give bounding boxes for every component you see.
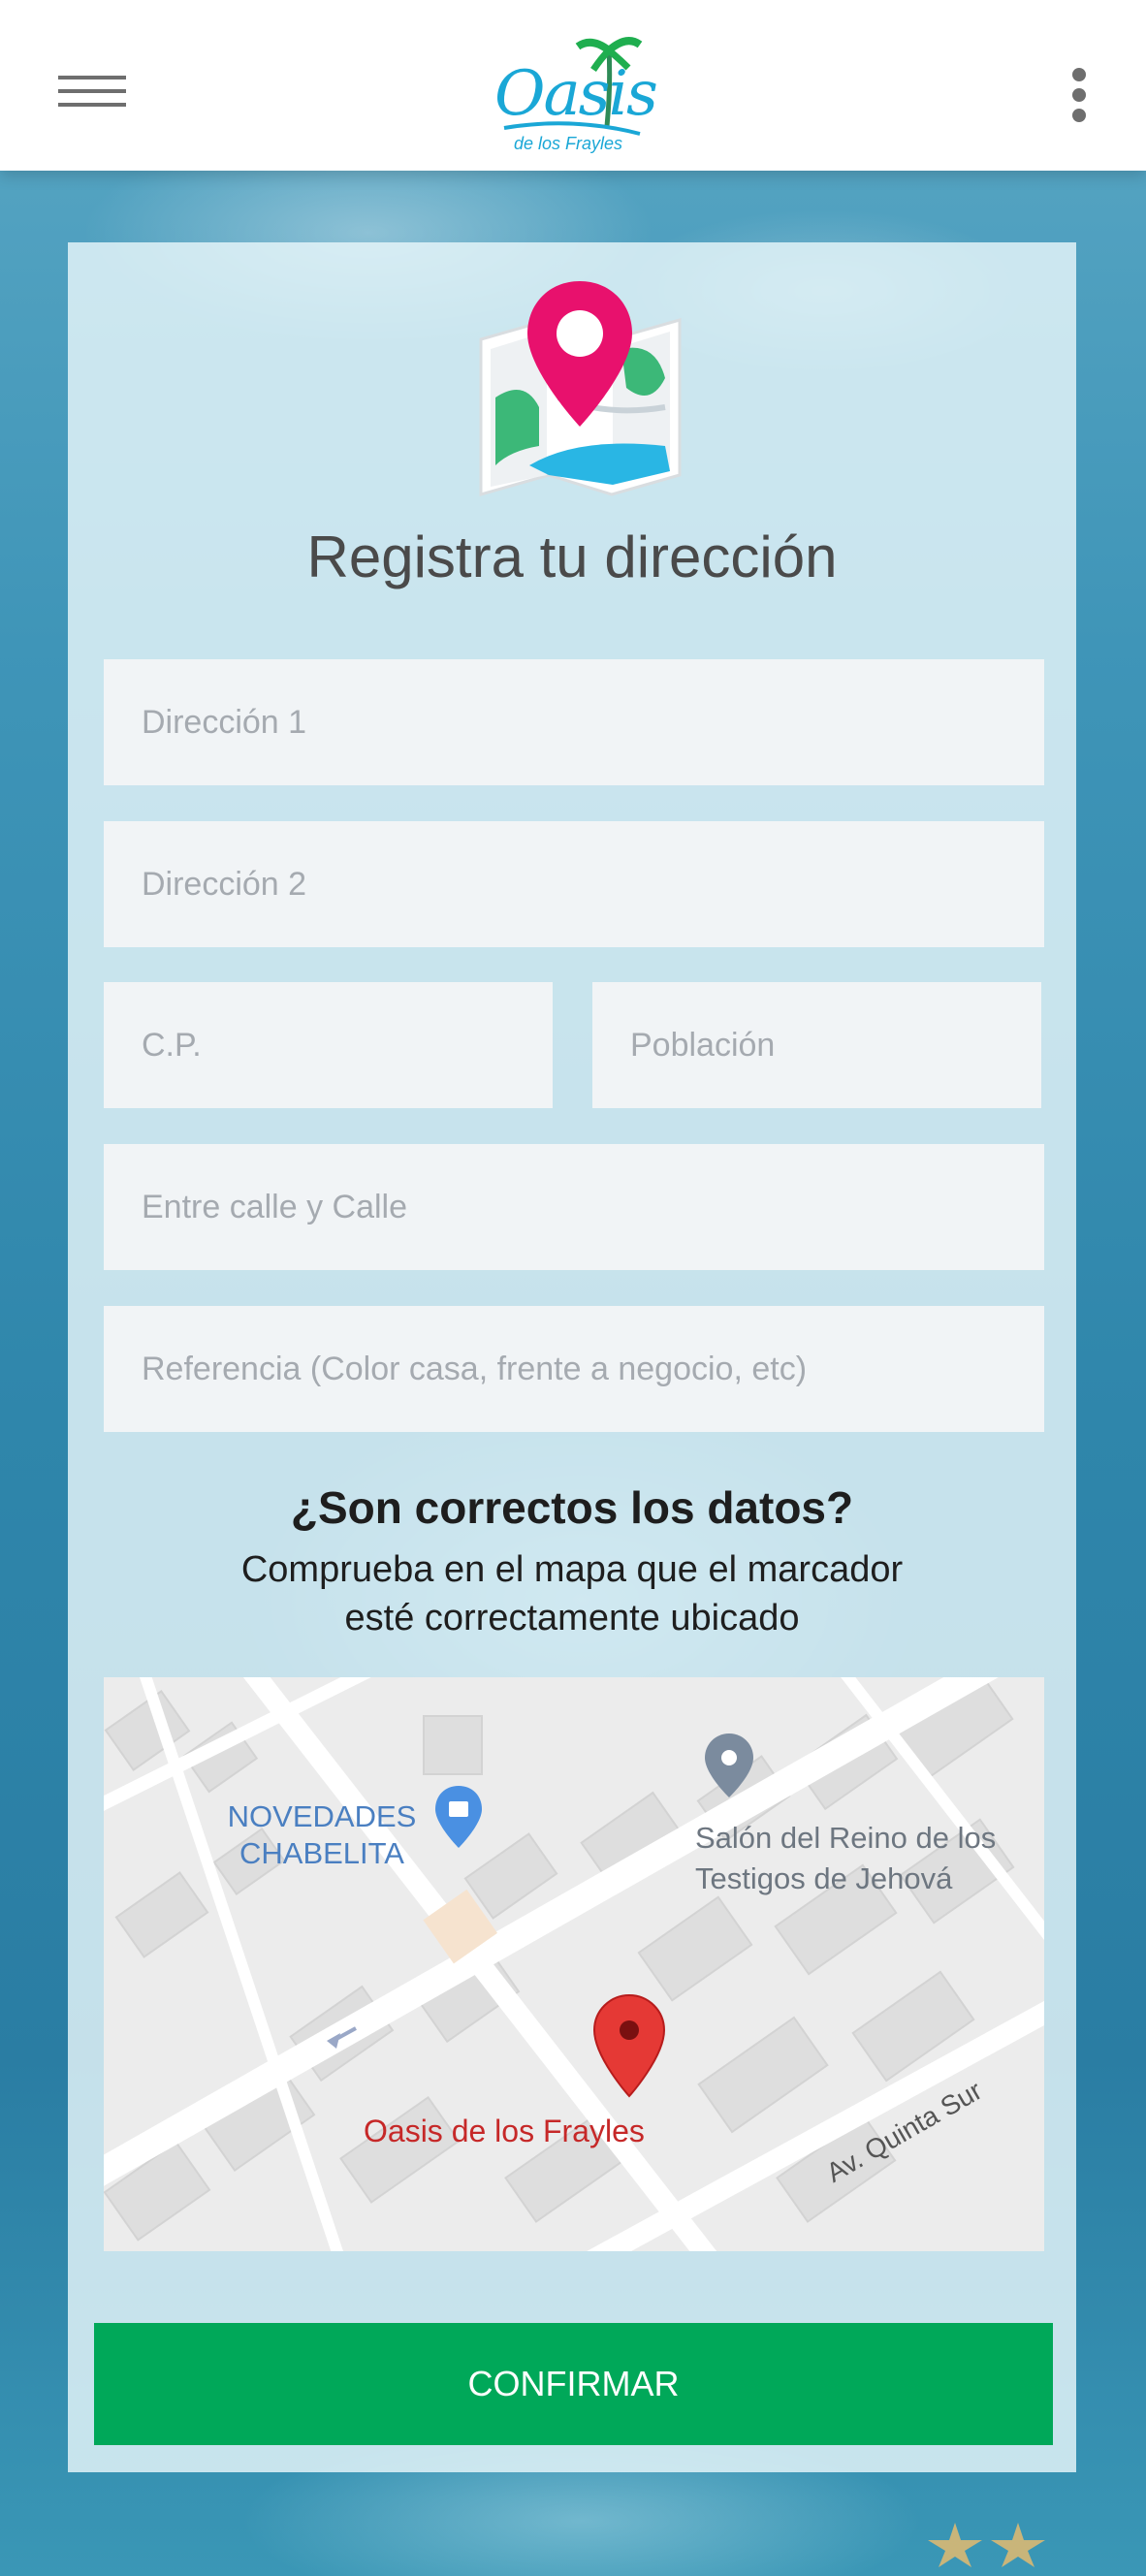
map-label-shop-line2: CHABELITA xyxy=(239,1836,404,1870)
address1-field[interactable] xyxy=(104,659,1044,785)
hamburger-menu-icon[interactable] xyxy=(58,76,126,111)
reference-field[interactable] xyxy=(104,1306,1044,1432)
map-pin-icon xyxy=(479,281,682,496)
between-streets-field[interactable] xyxy=(104,1144,1044,1270)
between-streets-input[interactable] xyxy=(140,1187,1044,1227)
verify-title: ¿Son correctos los datos? xyxy=(290,1482,854,1533)
town-field[interactable] xyxy=(592,982,1041,1108)
postal-code-input[interactable] xyxy=(140,1025,553,1065)
more-vertical-icon[interactable] xyxy=(1066,68,1092,122)
page-title: Registra tu dirección xyxy=(306,525,838,589)
location-map[interactable]: NOVEDADES CHABELITA Salón del Reino de l… xyxy=(104,1677,1044,2251)
map-canvas xyxy=(104,1677,1044,2251)
app-header: Oasis de los Frayles xyxy=(0,0,1146,171)
town-input[interactable] xyxy=(628,1025,1041,1065)
starfish-icon xyxy=(991,2523,1045,2567)
verify-subtitle-line2: esté correctamente ubicado xyxy=(344,1598,800,1638)
logo-text: Oasis xyxy=(494,58,658,130)
oasis-logo: Oasis de los Frayles xyxy=(494,29,658,155)
reference-input[interactable] xyxy=(140,1349,1044,1389)
map-label-shop-line1: NOVEDADES xyxy=(227,1799,417,1833)
address1-input[interactable] xyxy=(140,702,1044,743)
map-label-hall-line1: Salón del Reino de los xyxy=(695,1821,997,1855)
map-label-hall: Salón del Reino de los Testigos de Jehov… xyxy=(695,1818,996,1899)
map-label-hall-line2: Testigos de Jehová xyxy=(695,1861,953,1895)
map-marker-label: Oasis de los Frayles xyxy=(364,2114,645,2148)
address2-input[interactable] xyxy=(140,864,1044,905)
postal-code-field[interactable] xyxy=(104,982,553,1108)
confirm-button[interactable]: CONFIRMAR xyxy=(94,2323,1053,2445)
logo-subtext: de los Frayles xyxy=(514,134,623,153)
starfish-icon xyxy=(928,2523,982,2567)
verify-subtitle: Comprueba en el mapa que el marcador est… xyxy=(68,1545,1076,1642)
verify-subtitle-line1: Comprueba en el mapa que el marcador xyxy=(240,1549,904,1590)
address2-field[interactable] xyxy=(104,821,1044,947)
map-label-shop: NOVEDADES CHABELITA xyxy=(210,1798,433,1872)
